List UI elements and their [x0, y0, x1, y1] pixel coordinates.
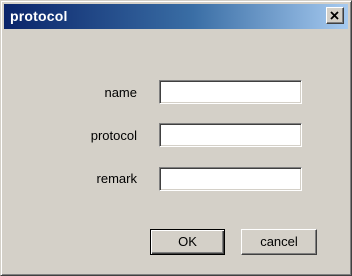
protocol-field[interactable]: [159, 123, 302, 147]
window-title: protocol: [10, 8, 68, 24]
cancel-button[interactable]: cancel: [241, 229, 317, 255]
close-icon: [330, 11, 339, 20]
close-button[interactable]: [326, 7, 344, 24]
ok-button[interactable]: OK: [150, 229, 225, 255]
title-bar[interactable]: protocol: [4, 4, 348, 29]
name-label: name: [104, 85, 137, 100]
protocol-label: protocol: [90, 128, 137, 143]
remark-label: remark: [96, 171, 137, 186]
name-field[interactable]: [159, 80, 302, 104]
protocol-dialog: protocol name protocol remark OK cancel: [0, 0, 352, 276]
remark-field[interactable]: [159, 167, 302, 191]
